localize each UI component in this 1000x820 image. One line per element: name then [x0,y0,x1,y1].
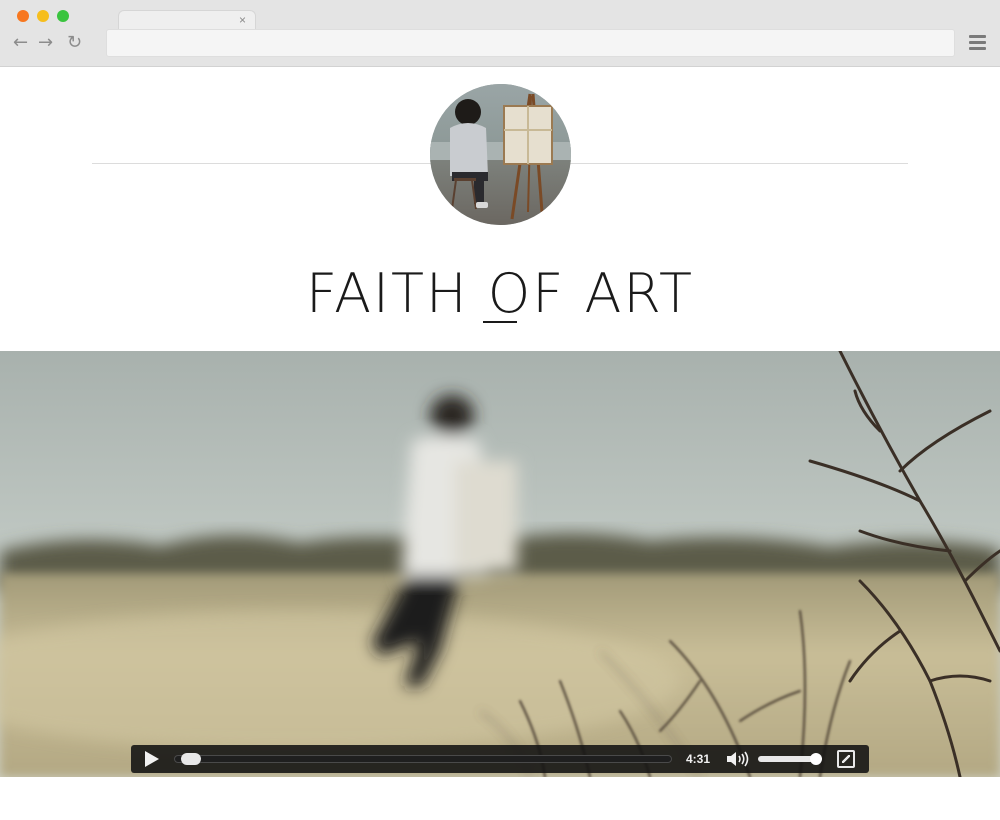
video-frame [0,351,1000,777]
avatar [430,84,571,225]
window-close-button[interactable] [17,10,29,22]
browser-chrome: × ← → ↻ [0,0,1000,67]
video-controls: 4:31 [131,745,869,773]
browser-tab[interactable]: × [118,10,256,30]
video-player[interactable] [0,351,1000,777]
window-zoom-button[interactable] [57,10,69,22]
reload-icon[interactable]: ↻ [67,33,82,53]
forward-arrow-icon[interactable]: → [38,33,53,53]
hamburger-menu-icon[interactable] [969,35,986,51]
speaker-icon [727,751,749,767]
progress-bar[interactable] [174,755,672,763]
current-time: 4:31 [686,752,711,766]
volume-handle[interactable] [809,753,822,765]
address-bar[interactable] [106,29,955,57]
play-icon[interactable] [145,751,159,767]
tab-close-icon[interactable]: × [239,12,246,28]
back-arrow-icon[interactable]: ← [13,33,28,53]
fullscreen-icon[interactable] [837,750,855,768]
title-underline-accent [483,321,517,323]
window-minimize-button[interactable] [37,10,49,22]
site-title: FAITH OF ART [306,262,694,325]
page-content-below [0,777,1000,820]
progress-handle[interactable] [180,753,201,765]
volume-icon[interactable] [726,751,750,767]
avatar-photo [430,84,571,225]
